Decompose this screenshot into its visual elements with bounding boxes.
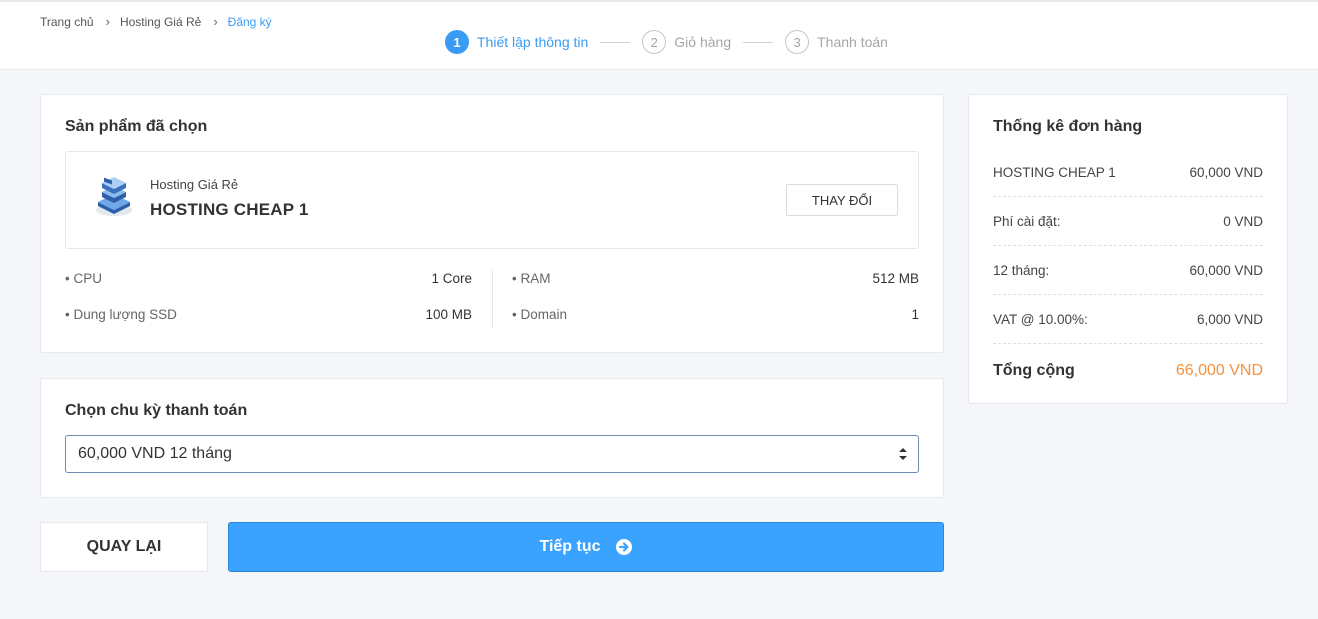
summary-total-row: Tổng cộng 66,000 VND (993, 344, 1263, 398)
summary-label: HOSTING CHEAP 1 (993, 164, 1116, 180)
spec-label: • Dung lượng SSD (65, 306, 177, 322)
breadcrumb-hosting[interactable]: Hosting Giá Rẻ (120, 15, 201, 29)
summary-value: 0 VND (1223, 213, 1263, 229)
step-number: 1 (445, 30, 469, 54)
product-name: HOSTING CHEAP 1 (150, 200, 309, 219)
billing-cycle-card: Chọn chu kỳ thanh toán 60,000 VND 12 thá… (40, 378, 944, 498)
step-cart: 2 Giỏ hàng (642, 30, 731, 54)
total-label: Tổng cộng (993, 362, 1075, 379)
summary-title: Thống kê đơn hàng (993, 118, 1143, 135)
step-number: 3 (785, 30, 810, 54)
specs-right: • RAM 512 MB • Domain 1 (512, 269, 919, 341)
arrow-circle-right-icon (615, 539, 632, 555)
summary-value: 60,000 VND (1189, 262, 1263, 278)
step-label: Thanh toán (817, 34, 888, 50)
server-stack-icon (96, 177, 132, 216)
summary-label: 12 tháng: (993, 262, 1050, 278)
spec-label: • Domain (512, 306, 567, 322)
step-label: Giỏ hàng (674, 34, 732, 50)
checkout-steps: 1 Thiết lập thông tin 2 Giỏ hàng 3 Thanh… (445, 30, 888, 54)
summary-list: HOSTING CHEAP 1 60,000 VND Phí cài đặt: … (993, 148, 1263, 398)
summary-row: HOSTING CHEAP 1 60,000 VND (993, 148, 1263, 197)
change-product-button[interactable]: THAY ĐỔI (786, 184, 898, 216)
spec-divider (492, 269, 493, 329)
continue-button[interactable]: Tiếp tục (228, 522, 944, 572)
summary-value: 60,000 VND (1189, 164, 1263, 180)
step-setup: 1 Thiết lập thông tin (445, 30, 588, 54)
spec-label: • RAM (512, 270, 551, 286)
chevron-right-icon: › (105, 14, 110, 29)
total-value: 66,000 VND (1175, 362, 1263, 379)
summary-label: Phí cài đặt: (993, 213, 1061, 229)
back-button[interactable]: QUAY LẠI (40, 522, 208, 572)
top-bar: Trang chủ › Hosting Giá Rẻ › Đăng ký 1 T… (0, 0, 1318, 70)
billing-cycle-value: 60,000 VND 12 tháng (78, 445, 232, 462)
step-connector (600, 41, 631, 43)
breadcrumb: Trang chủ › Hosting Giá Rẻ › Đăng ký (40, 14, 272, 29)
summary-value: 6,000 VND (1196, 311, 1263, 327)
spec-label: • CPU (65, 270, 102, 286)
spec-value: 1 Core (431, 270, 472, 286)
chevron-right-icon: › (213, 14, 218, 29)
step-number: 2 (642, 30, 667, 54)
breadcrumb-current: Đăng ký (227, 14, 272, 29)
product-box: Hosting Giá Rẻ HOSTING CHEAP 1 THAY ĐỔI (65, 151, 919, 249)
breadcrumb-home[interactable]: Trang chủ (40, 15, 94, 29)
summary-row: VAT @ 10.00%: 6,000 VND (993, 295, 1263, 344)
product-category: Hosting Giá Rẻ (150, 177, 239, 192)
step-connector (743, 41, 774, 43)
specs-left: • CPU 1 Core • Dung lượng SSD 100 MB (65, 269, 472, 341)
spec-value: 1 (911, 306, 919, 322)
step-payment: 3 Thanh toán (785, 30, 888, 54)
step-label: Thiết lập thông tin (477, 34, 589, 50)
continue-label: Tiếp tục (539, 538, 601, 555)
selected-product-card: Sản phẩm đã chọn Hosting Giá Rẻ HOSTING … (40, 94, 944, 353)
sort-arrows-icon (899, 448, 907, 460)
spec-row-cpu: • CPU 1 Core (65, 269, 472, 287)
summary-label: VAT @ 10.00%: (993, 311, 1088, 327)
section-title: Sản phẩm đã chọn (65, 118, 208, 135)
spec-row-ssd: • Dung lượng SSD 100 MB (65, 305, 472, 323)
section-title: Chọn chu kỳ thanh toán (65, 402, 248, 419)
summary-row: 12 tháng: 60,000 VND (993, 246, 1263, 295)
spec-row-ram: • RAM 512 MB (512, 269, 919, 287)
billing-cycle-select[interactable]: 60,000 VND 12 tháng (65, 435, 919, 473)
spec-value: 512 MB (872, 270, 919, 286)
spec-row-domain: • Domain 1 (512, 305, 919, 323)
order-summary-card: Thống kê đơn hàng HOSTING CHEAP 1 60,000… (968, 94, 1288, 404)
product-specs: • CPU 1 Core • Dung lượng SSD 100 MB • R… (65, 269, 919, 329)
summary-row: Phí cài đặt: 0 VND (993, 197, 1263, 246)
spec-value: 100 MB (425, 306, 472, 322)
